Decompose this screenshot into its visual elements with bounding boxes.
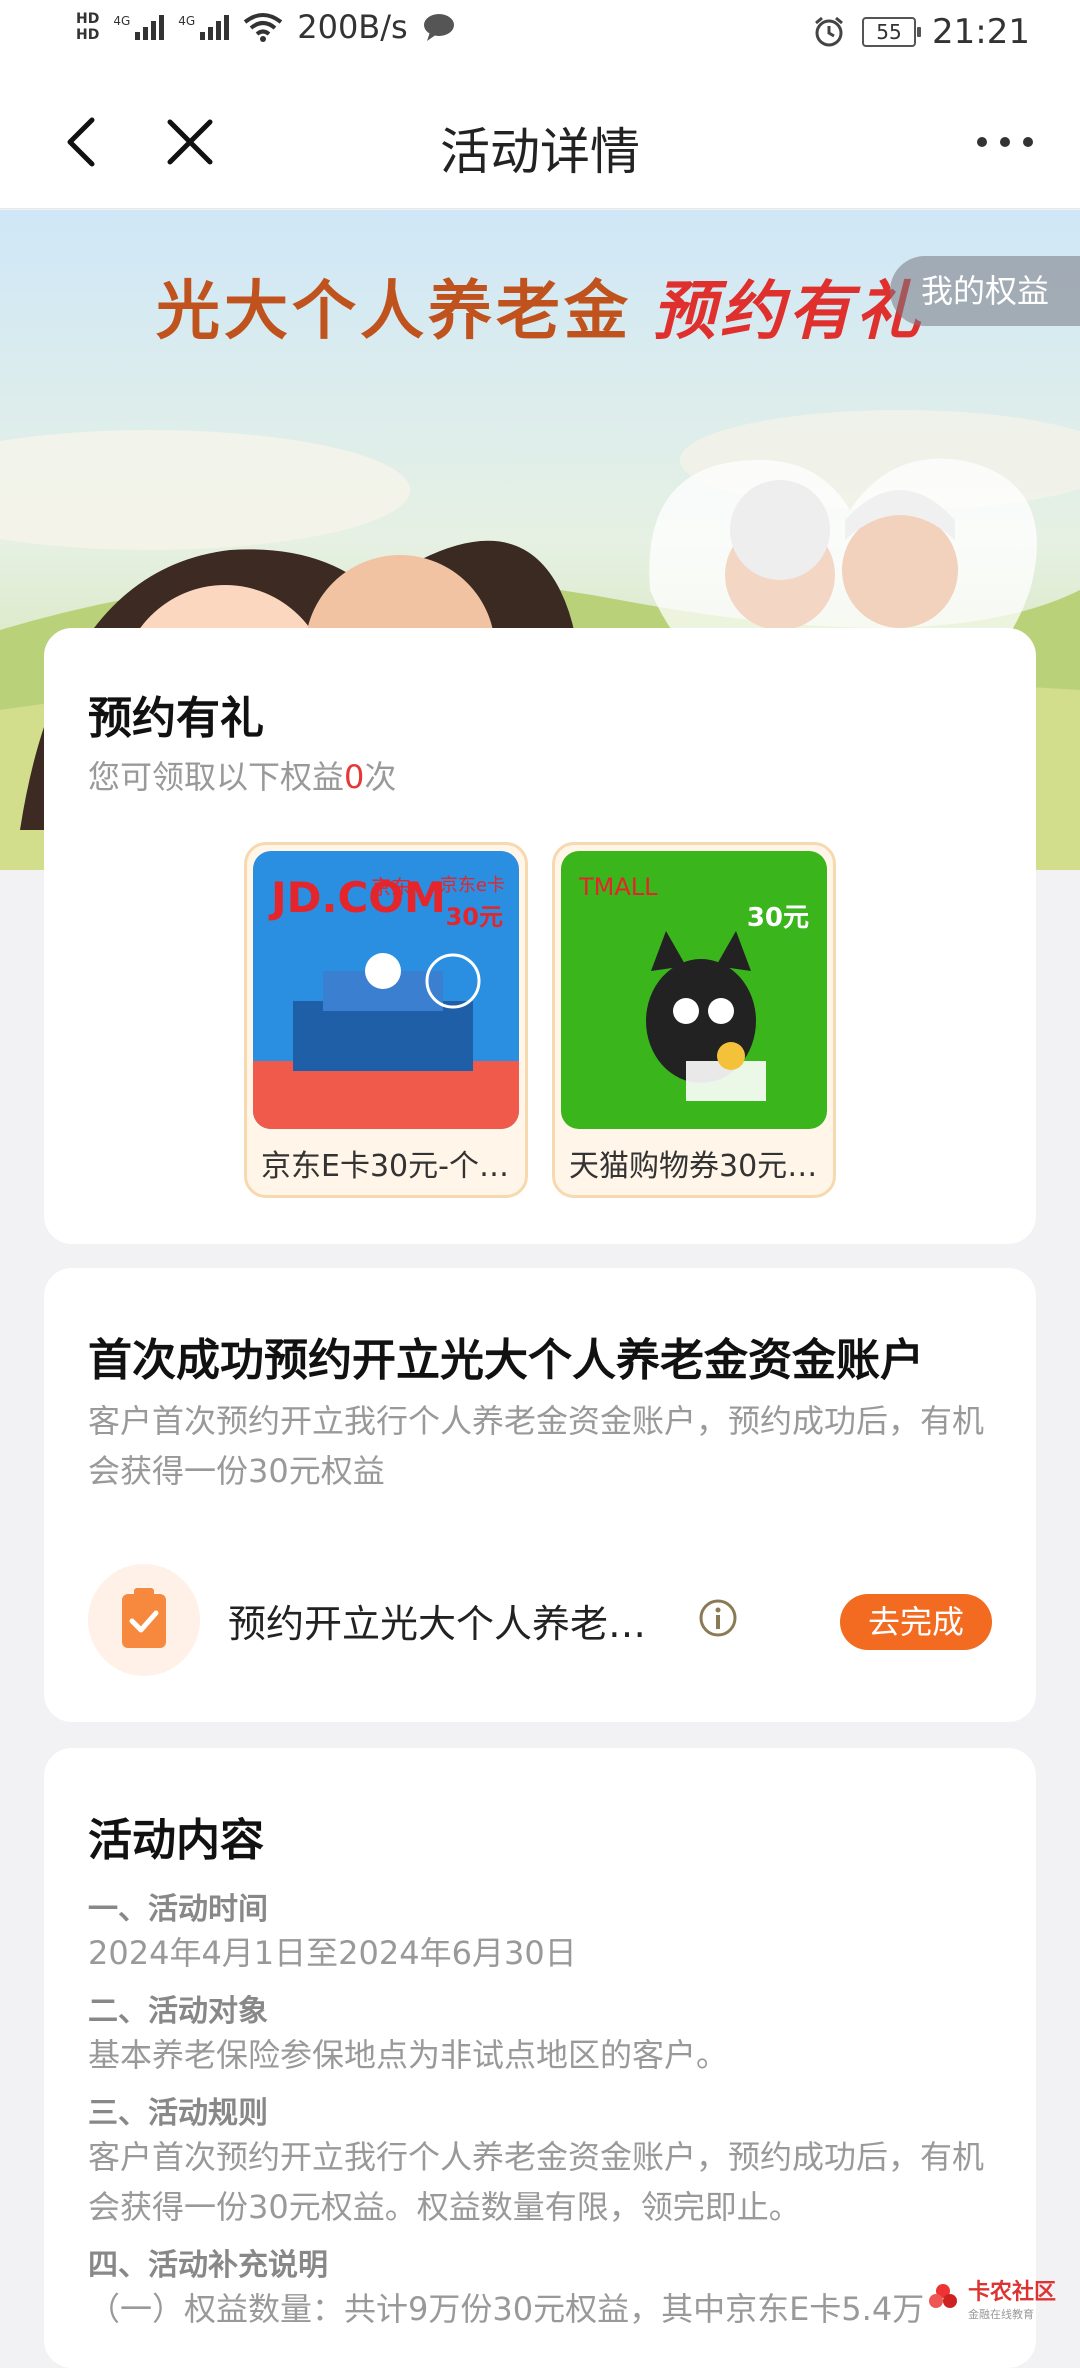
gift-item-label: 天猫购物券30元-…	[569, 1149, 819, 1184]
clock: 21:21	[932, 12, 1030, 52]
remaining-count: 0	[344, 758, 365, 796]
battery-icon: 55	[862, 17, 922, 47]
jd-card-image: JD.COM 京东 京东e卡 30元	[253, 851, 519, 1129]
navigation-bar: 活动详情	[0, 72, 1080, 209]
task-card-title: 首次成功预约开立光大个人养老金资金账户	[88, 1335, 924, 1386]
gift-card-subtitle: 您可领取以下权益0次	[88, 758, 397, 796]
gift-card-title: 预约有礼	[88, 693, 264, 744]
task-card-description: 客户首次预约开立我行个人养老金资金账户，预约成功后，有机会获得一份30元权益	[88, 1402, 985, 1490]
wifi-icon	[243, 13, 283, 42]
activity-content-card: 活动内容 一、活动时间 2024年4月1日至2024年6月30日 二、活动对象 …	[44, 1748, 1036, 2368]
section-text: 客户首次预约开立我行个人养老金资金账户，预约成功后，有机会获得一份30元权益。权…	[88, 2138, 985, 2226]
my-rights-button[interactable]: 我的权益	[890, 256, 1080, 326]
status-bar: HD HD 4G 4G 200B/s 55 21:21	[0, 0, 1080, 72]
task-card: 首次成功预约开立光大个人养老金资金账户 客户首次预约开立我行个人养老金资金账户，…	[44, 1268, 1036, 1722]
watermark: 卡农社区 金融在线教育	[926, 2274, 1056, 2322]
hd-indicator: HD HD	[76, 11, 100, 43]
gift-item-tmall[interactable]: TMALL 30元 天猫购物券30元-…	[552, 842, 836, 1198]
section-text: （一）权益数量：共计9万份30元权益，其中京东E卡5.4万	[88, 2290, 925, 2328]
gift-item-jd[interactable]: JD.COM 京东 京东e卡 30元 京东E卡30元-个…	[244, 842, 528, 1198]
page-title: 活动详情	[440, 123, 640, 181]
gift-item-label: 京东E卡30元-个…	[261, 1149, 509, 1184]
section-heading: 三、活动规则	[88, 2096, 268, 2131]
section-text: 基本养老保险参保地点为非试点地区的客户。	[88, 2036, 729, 2074]
network-speed: 200B/s	[297, 8, 408, 46]
flower-logo-icon	[928, 2284, 957, 2308]
more-horizontal-icon[interactable]	[970, 116, 1040, 166]
content-card-title: 活动内容	[88, 1815, 264, 1866]
info-icon[interactable]	[698, 1598, 738, 1638]
section-heading: 一、活动时间	[88, 1892, 268, 1927]
section-text: 2024年4月1日至2024年6月30日	[88, 1934, 577, 1972]
gift-card: 预约有礼 您可领取以下权益0次 JD.COM 京东 京东e卡 30元 京东E卡3…	[44, 628, 1036, 1244]
clipboard-icon	[88, 1564, 200, 1676]
message-icon	[423, 14, 454, 41]
tmall-card-image: TMALL 30元	[561, 851, 827, 1129]
signal-icon: 4G	[113, 14, 165, 40]
complete-task-button[interactable]: 去完成	[840, 1594, 992, 1650]
section-heading: 四、活动补充说明	[88, 2248, 328, 2283]
signal-icon: 4G	[178, 14, 230, 40]
alarm-icon	[815, 16, 843, 47]
task-label: 预约开立光大个人养老…	[228, 1602, 647, 1646]
section-heading: 二、活动对象	[88, 1994, 268, 2029]
